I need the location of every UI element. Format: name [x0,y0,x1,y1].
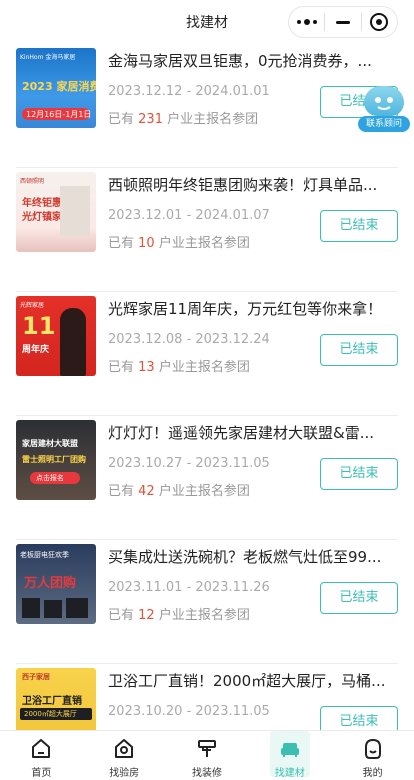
item-title[interactable]: 西顿照明年终钜惠团购来袭！灯具单品... [108,174,398,195]
item-registration: 已有 231 户业主报名参团 [108,112,259,127]
thumb-subline: 光灯镇家 [22,212,62,223]
thumb-logo-text: 西子家居 [22,673,50,681]
tab-label: 找验房 [109,768,140,779]
tab-profile[interactable]: 我的 [331,731,414,780]
thumb-headline: 万人团购 [24,576,77,591]
more-dots-icon [296,19,317,25]
bottom-tab-bar: 首页 找验房 找装修 找建材 我的 [0,730,414,780]
item-registration: 已有 13 户业主报名参团 [108,360,250,375]
more-button[interactable] [289,7,324,37]
contact-advisor-float[interactable]: 联系顾问 [358,86,410,134]
list-item[interactable]: 光辉家居 11 周年庆 光辉家居11周年庆，万元红包等你来拿！ 2023.12.… [0,292,414,416]
item-date: 2023.12.01 - 2024.01.07 [108,208,270,223]
thumb-headline: 家居建材大联盟 [22,439,78,448]
list-item[interactable]: KinHom 金海马家居 2023 家居消费节 12月16日-1月1日 金海马家… [0,44,414,168]
search-house-icon [115,739,134,758]
list-item[interactable]: 西子家居 卫浴工厂直销 2000㎡超大展厅 卫浴工厂直销！2000㎡超大展厅，马… [0,664,414,730]
home-icon [32,739,51,758]
thumb-headline: 2023 家居消费节 [22,80,96,93]
promo-thumbnail[interactable]: 光辉家居 11 周年庆 [16,296,96,376]
sofa-icon [280,743,299,757]
registration-count: 12 [138,608,155,623]
ended-button[interactable]: 已结束 [320,582,398,614]
tab-home[interactable]: 首页 [0,731,83,780]
paint-roller-icon [197,740,216,757]
thumb-logo-text: 老板厨电狂欢季 [20,551,69,559]
promo-thumbnail[interactable]: 西子家居 卫浴工厂直销 2000㎡超大展厅 [16,668,96,730]
tab-find-inspection[interactable]: 找验房 [83,731,166,780]
mini-program-capsule [288,6,398,38]
thumb-cta: 点击报名 [36,474,64,482]
promo-thumbnail[interactable]: 老板厨电狂欢季 万人团购 [16,544,96,624]
thumb-anniversary-number: 11 [22,312,56,340]
list-item[interactable]: 西顿照明 年终钜惠 光灯镇家 西顿照明年终钜惠团购来袭！灯具单品... 2023… [0,168,414,292]
tab-find-materials[interactable]: 找建材 [248,731,331,780]
promo-thumbnail[interactable]: 西顿照明 年终钜惠 光灯镇家 [16,172,96,252]
list-item[interactable]: 老板厨电狂欢季 万人团购 买集成灶送洗碗机？老板燃气灶低至99... 2023.… [0,540,414,664]
minimize-button[interactable] [325,7,360,37]
ended-button[interactable]: 已结束 [320,706,398,730]
close-button[interactable] [362,7,397,37]
tab-find-renovation[interactable]: 找装修 [166,731,249,780]
thumb-logo-text: 光辉家居 [20,302,45,309]
tab-label: 我的 [362,768,383,779]
thumb-date-text: 12月16日-1月1日 [26,110,92,119]
ended-button[interactable]: 已结束 [320,458,398,490]
item-title[interactable]: 金海马家居双旦钜惠，0元抢消费券，... [108,50,398,71]
item-date: 2023.10.27 - 2023.11.05 [108,456,270,471]
thumb-subline: 雷士照明工厂团购 [22,455,86,464]
item-date: 2023.11.01 - 2023.11.26 [108,580,270,595]
item-date: 2023.10.20 - 2023.11.05 [108,704,270,719]
ended-button[interactable]: 已结束 [320,210,398,242]
tab-label: 首页 [31,768,52,779]
item-registration: 已有 42 户业主报名参团 [108,484,250,499]
thumb-logo-text: 西顿照明 [20,178,45,185]
item-registration: 已有 10 户业主报名参团 [108,236,250,251]
nav-header: 找建材 [0,0,414,44]
item-title[interactable]: 灯灯灯！遥遥领先家居建材大联盟&雷... [108,422,398,443]
minus-icon [335,20,350,24]
registration-count: 42 [138,484,155,499]
target-icon [370,13,389,31]
ended-button[interactable]: 已结束 [320,334,398,366]
promo-thumbnail[interactable]: KinHom 金海马家居 2023 家居消费节 12月16日-1月1日 [16,48,96,128]
item-title[interactable]: 光辉家居11周年庆，万元红包等你来拿！ [108,298,398,319]
list-item[interactable]: 家居建材大联盟 雷士照明工厂团购 点击报名 灯灯灯！遥遥领先家居建材大联盟&雷.… [0,416,414,540]
tab-label: 找建材 [274,768,305,779]
thumb-subline: 周年庆 [22,345,50,355]
thumb-headline: 年终钜惠 [22,198,62,209]
item-registration: 已有 12 户业主报名参团 [108,608,250,623]
registration-count: 10 [138,236,155,251]
promotion-list[interactable]: KinHom 金海马家居 2023 家居消费节 12月16日-1月1日 金海马家… [0,44,414,730]
tab-label: 找装修 [191,768,222,779]
registration-count: 231 [138,112,163,127]
advisor-mascot-icon [364,86,404,116]
thumb-headline: 卫浴工厂直销 [22,696,82,707]
item-title[interactable]: 卫浴工厂直销！2000㎡超大展厅，马桶... [108,670,398,691]
profile-icon [364,738,381,759]
item-date: 2023.12.12 - 2024.01.01 [108,84,270,99]
item-date: 2023.12.08 - 2023.12.24 [108,332,270,347]
item-title[interactable]: 买集成灶送洗碗机？老板燃气灶低至99... [108,546,398,567]
thumb-logo-text: KinHom 金海马家居 [20,54,76,61]
contact-advisor-label: 联系顾问 [358,116,410,132]
thumb-subline: 2000㎡超大展厅 [24,710,77,718]
promo-thumbnail[interactable]: 家居建材大联盟 雷士照明工厂团购 点击报名 [16,420,96,500]
registration-count: 13 [138,360,155,375]
